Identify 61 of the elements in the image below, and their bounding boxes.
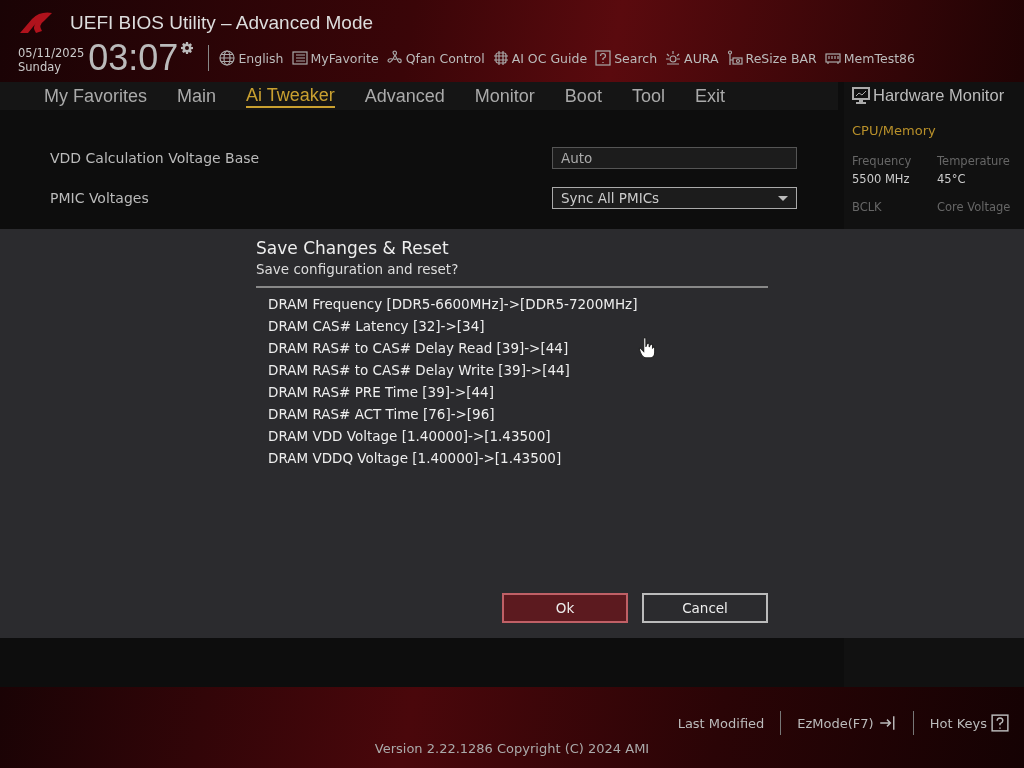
dialog-button[interactable]: Ok (502, 593, 628, 623)
change-item: DRAM RAS# PRE Time [39]->[44] (268, 383, 494, 402)
caret-icon (778, 195, 788, 201)
menu-tab[interactable]: Exit (694, 84, 725, 108)
dialog-button[interactable]: Cancel (642, 593, 768, 623)
toolbar-button[interactable]: AI OC Guide (492, 50, 588, 66)
chip-icon (492, 50, 509, 66)
logo-icon (18, 11, 54, 35)
reading-value: 5500 MHz (852, 172, 911, 186)
change-item: DRAM VDDQ Voltage [1.40000]->[1.43500] (268, 449, 562, 468)
dialog-title: Save Changes & Reset (256, 238, 450, 258)
change-item: DRAM RAS# to CAS# Delay Write [39]->[44] (268, 361, 570, 380)
footer-button[interactable]: EzMode(F7) (797, 714, 897, 732)
menu-tab[interactable]: Monitor (474, 84, 535, 108)
change-item: DRAM VDD Voltage [1.40000]->[1.43500] (268, 427, 551, 446)
change-item: DRAM RAS# to CAS# Delay Read [39]->[44] (268, 339, 569, 358)
dialog-message: Save configuration and reset? (256, 261, 768, 288)
list-icon (291, 50, 308, 66)
menu-tab[interactable]: Ai Tweaker (246, 84, 335, 108)
light-icon (665, 50, 682, 66)
panel-title: Hardware Monitor (873, 86, 1005, 105)
toolbar-button[interactable]: Search (595, 50, 658, 66)
reading-label: Temperature (937, 154, 1011, 168)
footer-button[interactable]: Hot Keys (929, 714, 1010, 732)
section-title: CPU/Memory (852, 123, 937, 138)
dropdown-field[interactable]: Sync All PMICs (552, 187, 797, 209)
toolbar-button[interactable]: MemTest86 (824, 50, 915, 66)
reading-label: BCLK (852, 200, 883, 214)
clock-time: 03:07 (88, 40, 179, 76)
toolbar-button[interactable]: AURA (665, 50, 719, 66)
menu-tab[interactable]: Tool (631, 84, 665, 108)
setting-label: VDD Calculation Voltage Base (50, 150, 260, 166)
toolbar-button[interactable]: English (219, 50, 284, 66)
memory-icon (824, 50, 841, 66)
reading-label: Frequency (852, 154, 913, 168)
reading-value: 45°C (937, 172, 967, 186)
globe-icon (219, 50, 236, 66)
value-field[interactable]: Auto (552, 147, 797, 169)
reading-label: Core Voltage (937, 200, 1012, 214)
fan-icon (386, 50, 403, 66)
window-title: UEFI BIOS Utility – Advanced Mode (70, 12, 374, 34)
monitor-icon (852, 86, 870, 105)
change-item: DRAM Frequency [DDR5-6600MHz]->[DDR5-7200MHz] (268, 295, 638, 314)
help-icon (990, 714, 1010, 732)
menu-tab[interactable]: Advanced (364, 84, 445, 108)
date-text: 05/11/2025 (18, 46, 85, 60)
hand-cursor-icon (638, 337, 656, 359)
menu-tab[interactable]: Main (177, 84, 217, 108)
menu-tab[interactable]: Boot (564, 84, 602, 108)
change-item: DRAM CAS# Latency [32]->[34] (268, 317, 485, 336)
change-item: DRAM RAS# ACT Time [76]->[96] (268, 405, 495, 424)
toolbar-button[interactable]: MyFavorite (291, 50, 379, 66)
help-icon (595, 50, 612, 66)
day-text: Sunday (18, 60, 63, 74)
menu-tab[interactable]: My Favorites (44, 84, 148, 108)
footer-button[interactable]: Last Modified (677, 715, 765, 731)
toolbar-button[interactable]: ReSize BAR (726, 50, 817, 66)
setting-label: PMIC Voltages (50, 190, 149, 206)
card-icon (726, 50, 743, 66)
toolbar-button[interactable]: Qfan Control (386, 50, 485, 66)
version-text: Version 2.22.1286 Copyright (C) 2024 AMI (374, 741, 650, 756)
